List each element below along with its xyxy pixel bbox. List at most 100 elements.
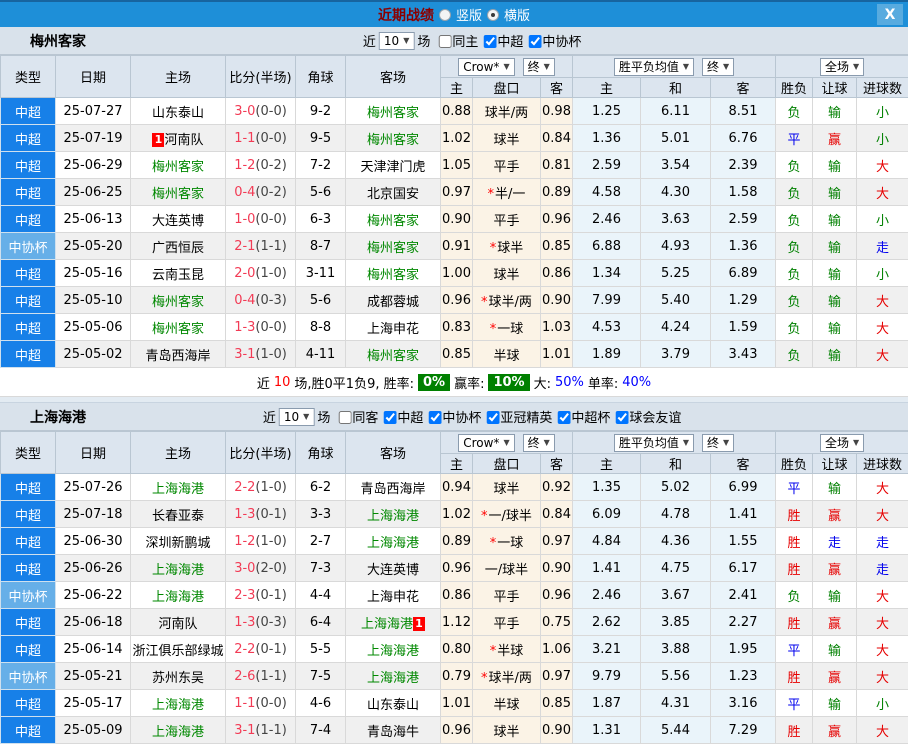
- away-team-name[interactable]: 上海海港: [367, 644, 419, 659]
- home-team-name[interactable]: 苏州东吴: [152, 671, 204, 686]
- home-team-name[interactable]: 河南队: [158, 617, 197, 632]
- home-odds-cell: 1.01: [440, 689, 473, 717]
- period-select[interactable]: 全场 ▼: [819, 433, 865, 452]
- home-team-name[interactable]: 上海海港: [152, 590, 204, 605]
- avg-away-cell: 1.58: [709, 178, 777, 206]
- vertical-layout-radio[interactable]: [438, 8, 451, 21]
- away-team-name[interactable]: 上海海港: [367, 509, 419, 524]
- home-odds-cell: 0.80: [440, 635, 473, 663]
- corner-cell: 6-4: [295, 608, 346, 636]
- subcol-avg-home: 主: [572, 453, 641, 474]
- home-team-name[interactable]: 上海海港: [152, 563, 204, 578]
- half-time-score: (2-0): [255, 560, 287, 576]
- date-cell: 25-05-17: [55, 689, 131, 717]
- period-select[interactable]: 全场 ▼: [819, 57, 865, 76]
- away-team-name[interactable]: 北京国安: [367, 187, 419, 202]
- avg-draw-cell: 6.11: [640, 97, 711, 125]
- away-odds-cell: 0.98: [540, 97, 573, 125]
- big-label: 大:: [533, 376, 551, 392]
- home-team-name[interactable]: 深圳新鹏城: [145, 536, 210, 551]
- away-team-name[interactable]: 上海申花: [367, 590, 419, 605]
- home-team-name[interactable]: 长春亚泰: [152, 509, 204, 524]
- date-cell: 25-06-13: [55, 205, 131, 233]
- filter-checkbox-中超[interactable]: [383, 411, 397, 424]
- handicap-cell: *球半/两: [472, 286, 541, 314]
- odds-time-select[interactable]: 终 ▼: [522, 433, 555, 452]
- avg-home-cell: 1.35: [572, 473, 641, 501]
- away-team-name[interactable]: 梅州客家: [367, 241, 419, 256]
- away-team-name[interactable]: 青岛海牛: [367, 725, 419, 740]
- final-score: 3-1: [234, 346, 256, 362]
- home-team-name[interactable]: 上海海港: [152, 482, 204, 497]
- avg-type-value: 胜平负均值: [618, 60, 679, 74]
- avg-type-select[interactable]: 胜平负均值 ▼: [613, 57, 695, 76]
- recent-count-select[interactable]: 10 ▼: [278, 407, 315, 426]
- avg-away-cell: 3.43: [709, 340, 777, 368]
- odds-win-label: 赢率:: [454, 376, 485, 392]
- avg-type-select[interactable]: 胜平负均值 ▼: [613, 433, 695, 452]
- home-team-name[interactable]: 上海海港: [152, 725, 204, 740]
- away-team-name[interactable]: 梅州客家: [367, 349, 419, 364]
- home-team-name[interactable]: 上海海港: [152, 698, 204, 713]
- home-team-cell: 1 河南队: [130, 124, 226, 152]
- recent-count-select[interactable]: 10 ▼: [378, 31, 415, 50]
- away-team-name[interactable]: 上海申花: [367, 322, 419, 337]
- home-team-name[interactable]: 云南玉昆: [152, 268, 204, 283]
- score-cell: 3-0(0-0): [225, 97, 296, 125]
- rank-badge-icon: 1: [413, 616, 425, 631]
- match-row: 中超 25-06-18 河南队 1-3(0-3) 6-4 上海海港 1 1.12 平手 0.75 2…: [0, 608, 908, 636]
- away-odds-cell: 0.97: [540, 527, 573, 555]
- horizontal-layout-radio[interactable]: [487, 8, 499, 21]
- league-type-cell: 中协杯: [0, 581, 56, 609]
- filter-checkbox-同客[interactable]: [338, 411, 352, 424]
- avg-home-cell: 1.36: [572, 124, 641, 152]
- away-team-name[interactable]: 梅州客家: [367, 133, 419, 148]
- filter-checkbox-同主[interactable]: [438, 35, 452, 48]
- goals-result-cell: 大: [856, 313, 908, 341]
- away-team-cell: 青岛西海岸: [345, 473, 441, 501]
- home-team-name[interactable]: 浙江俱乐部绿城: [132, 644, 223, 659]
- filter-checkbox-中超杯[interactable]: [557, 411, 571, 424]
- home-team-name[interactable]: 梅州客家: [152, 295, 204, 310]
- away-team-name[interactable]: 上海海港: [367, 671, 419, 686]
- away-team-name[interactable]: 梅州客家: [367, 268, 419, 283]
- filter-checkbox-亚冠精英[interactable]: [486, 411, 500, 424]
- away-team-name[interactable]: 山东泰山: [367, 698, 419, 713]
- date-cell: 25-06-26: [55, 554, 131, 582]
- filter-checkbox-中超[interactable]: [483, 35, 497, 48]
- filter-checkbox-球会友谊[interactable]: [615, 411, 629, 424]
- odds-time-select[interactable]: 终 ▼: [522, 57, 555, 76]
- league-type-cell: 中超: [0, 500, 56, 528]
- goals-result-cell: 小: [856, 259, 908, 287]
- league-type-cell: 中超: [0, 716, 56, 744]
- away-team-name[interactable]: 大连英博: [367, 563, 419, 578]
- filter-checkboxes: 同客 中超 中协杯 亚冠精英 中超杯 球会友谊: [333, 407, 681, 426]
- final-score: 0-4: [234, 292, 256, 308]
- odds-source-select[interactable]: Crow* ▼: [458, 433, 515, 452]
- avg-time-select[interactable]: 终 ▼: [702, 57, 735, 76]
- subcol-handicap: 盘口: [472, 453, 541, 474]
- away-team-name[interactable]: 梅州客家: [367, 214, 419, 229]
- away-team-name[interactable]: 天津津门虎: [360, 160, 425, 175]
- away-odds-cell: 1.06: [540, 635, 573, 663]
- filter-checkbox-中协杯[interactable]: [428, 411, 442, 424]
- result-cell: 胜: [775, 662, 814, 690]
- home-team-name[interactable]: 青岛西海岸: [145, 349, 210, 364]
- filter-checkbox-中协杯[interactable]: [528, 35, 542, 48]
- away-team-name[interactable]: 梅州客家: [367, 106, 419, 121]
- away-team-name[interactable]: 青岛西海岸: [360, 482, 425, 497]
- away-team-name[interactable]: 上海海港: [361, 617, 413, 632]
- home-team-name[interactable]: 广西恒辰: [152, 241, 204, 256]
- home-team-name[interactable]: 梅州客家: [152, 160, 204, 175]
- half-time-score: (0-0): [255, 211, 287, 227]
- close-button[interactable]: X: [877, 4, 903, 25]
- home-team-name[interactable]: 梅州客家: [152, 187, 204, 202]
- away-team-name[interactable]: 上海海港: [367, 536, 419, 551]
- away-team-name[interactable]: 成都蓉城: [367, 295, 419, 310]
- avg-time-select[interactable]: 终 ▼: [702, 433, 735, 452]
- home-team-name[interactable]: 河南队: [164, 133, 203, 148]
- home-team-name[interactable]: 山东泰山: [152, 106, 204, 121]
- odds-source-select[interactable]: Crow* ▼: [458, 57, 515, 76]
- home-team-name[interactable]: 大连英博: [152, 214, 204, 229]
- home-team-name[interactable]: 梅州客家: [152, 322, 204, 337]
